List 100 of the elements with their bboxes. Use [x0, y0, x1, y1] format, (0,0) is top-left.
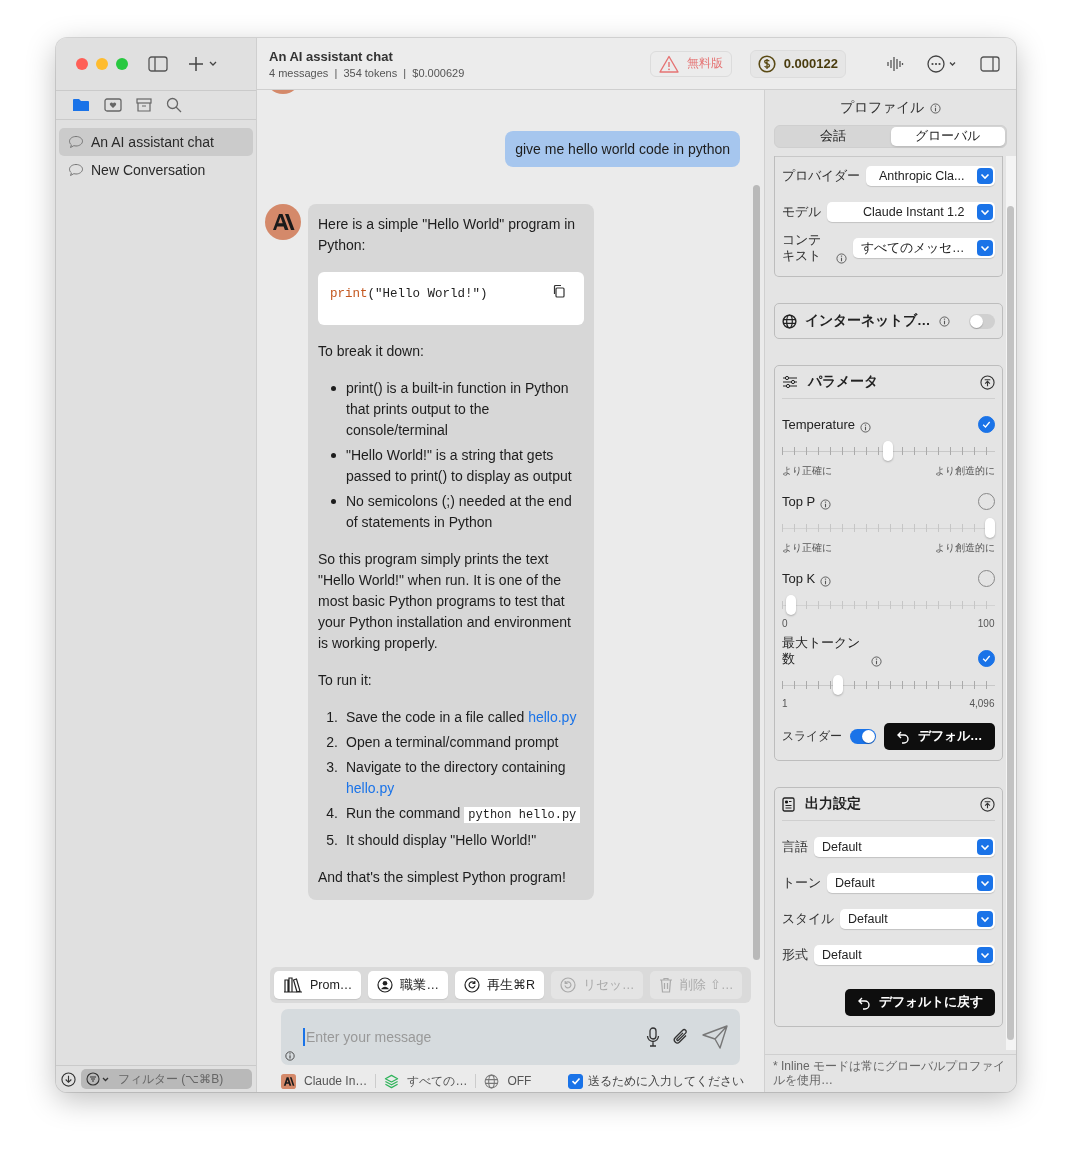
- field-label: プロバイダー: [782, 168, 860, 184]
- slider-thumb[interactable]: [786, 595, 797, 615]
- parameter-checkbox[interactable]: [977, 416, 995, 433]
- reset-defaults-button[interactable]: デフォルトに戻す: [844, 989, 995, 1016]
- info-icon: [820, 576, 832, 587]
- message-text: To break it down:: [318, 342, 425, 361]
- list-item-text: Run the command python hello.py: [346, 803, 581, 826]
- sidebar-tab[interactable]: [72, 98, 90, 112]
- dropdown[interactable]: Default: [814, 945, 995, 965]
- scrollbar-thumb[interactable]: [1007, 206, 1015, 1040]
- copy-icon[interactable]: [552, 284, 566, 298]
- conversation-item[interactable]: New Conversation: [59, 156, 253, 184]
- chat-bubble-icon: [68, 163, 84, 177]
- field-label: モデル: [782, 204, 821, 220]
- dropdown[interactable]: Default: [814, 837, 995, 857]
- info-icon: [930, 102, 941, 114]
- field-label: トーン: [782, 875, 821, 891]
- info-icon: [871, 656, 882, 667]
- list-number: 3.: [326, 758, 338, 777]
- assistant-avatar-icon: [265, 204, 301, 240]
- list-item: print() is a built-in function in Python that prints output to the console/terminal: [331, 378, 584, 441]
- undo-icon: [856, 995, 871, 1010]
- field-label: コンテキスト: [782, 232, 822, 264]
- list-item-text: It should display "Hello World!": [346, 831, 537, 850]
- microphone-icon[interactable]: [646, 1027, 660, 1047]
- dollar-coin-icon: [757, 54, 776, 73]
- send-on-enter-checkbox[interactable]: 送るために入力してください: [568, 1072, 744, 1090]
- chevron-icon: [976, 875, 993, 891]
- slider-toggle[interactable]: [850, 729, 876, 744]
- dropdown[interactable]: Default: [827, 873, 995, 893]
- range-min-label: 0: [782, 618, 788, 629]
- chevron-icon: [976, 168, 993, 184]
- segment-tab[interactable]: グローバル: [890, 127, 1005, 146]
- action-button[interactable]: Prom…: [274, 971, 362, 999]
- dropdown[interactable]: Anthropic Cla...: [866, 166, 995, 186]
- close-button[interactable]: [76, 58, 88, 70]
- dropdown[interactable]: Claude Instant 1.2: [827, 202, 995, 222]
- filter-field[interactable]: フィルター (⌥⌘B): [81, 1069, 252, 1089]
- balance-button[interactable]: 0.000122: [749, 49, 846, 78]
- refresh-icon: [463, 977, 480, 993]
- message-field[interactable]: Enter your message: [281, 1009, 740, 1065]
- slider-toggle-label: スライダー: [782, 728, 842, 745]
- info-icon: [938, 315, 950, 327]
- scrollbar-thumb[interactable]: [753, 185, 760, 960]
- conversation-stats: 4 messages | 354 tokens | $0.000629: [269, 66, 466, 79]
- internet-toggle[interactable]: [968, 313, 995, 329]
- slider-thumb[interactable]: [883, 441, 894, 461]
- list-number: 5.: [326, 831, 338, 850]
- dropdown[interactable]: Default: [840, 909, 995, 929]
- info-icon: [860, 422, 871, 433]
- list-item: No semicolons (;) needed at the end of statements in Python: [331, 491, 584, 533]
- range-min-label: より正確に: [782, 464, 832, 478]
- dropdown[interactable]: すべてのメッセ…: [853, 238, 995, 258]
- parameter-label: Top K: [782, 571, 816, 587]
- reset-button[interactable]: デフォル…: [884, 723, 995, 750]
- trash-icon: [659, 977, 674, 993]
- action-button[interactable]: 職業…: [368, 971, 448, 999]
- parameter-checkbox[interactable]: [977, 650, 995, 667]
- action-button[interactable]: 再生⌘R: [454, 971, 544, 999]
- more-icon[interactable]: [926, 53, 958, 74]
- range-max-label: より創造的に: [934, 464, 995, 478]
- folder-icon: [72, 98, 90, 112]
- range-min-label: より正確に: [782, 541, 832, 555]
- archive-icon: [136, 98, 152, 112]
- sidebar-toggle-icon[interactable]: [148, 56, 168, 72]
- collapse-icon[interactable]: [979, 374, 995, 390]
- model-logo-icon: [281, 1073, 296, 1089]
- sliders-icon: [782, 375, 798, 389]
- list-item-text: Open a terminal/command prompt: [346, 733, 559, 752]
- new-chat-icon[interactable]: [188, 56, 218, 72]
- user-message: give me hello world code in python: [505, 131, 740, 167]
- message-input[interactable]: Enter your message: [303, 1028, 634, 1046]
- message-text: To run it:: [318, 671, 373, 690]
- send-icon[interactable]: [702, 1025, 728, 1049]
- inspector-toggle-icon[interactable]: [980, 55, 1000, 72]
- list-item-text: Save the code in a file called hello.py: [346, 708, 577, 727]
- field-label: スタイル: [782, 911, 834, 927]
- sidebar-tab[interactable]: [136, 98, 152, 112]
- status-item[interactable]: Claude In…: [281, 1073, 368, 1089]
- chevron-icon: [976, 839, 993, 855]
- sidebar-tab[interactable]: [166, 97, 182, 113]
- sidebar-tab[interactable]: [104, 98, 122, 112]
- code-text: print("Hello World!"): [330, 286, 488, 303]
- slider-thumb[interactable]: [984, 518, 995, 538]
- chevron-icon: [976, 911, 993, 927]
- download-icon[interactable]: [61, 1071, 76, 1087]
- slider-thumb[interactable]: [832, 675, 843, 695]
- status-item[interactable]: OFF: [484, 1073, 532, 1089]
- range-max-label: より創造的に: [934, 541, 995, 555]
- filter-input[interactable]: フィルター (⌥⌘B): [116, 1071, 240, 1087]
- info-icon: [820, 499, 832, 510]
- waveform-icon[interactable]: [886, 54, 904, 73]
- paperclip-icon[interactable]: [672, 1027, 690, 1047]
- info-icon[interactable]: [285, 1051, 295, 1061]
- status-item[interactable]: すべての…: [384, 1072, 468, 1090]
- conversation-item[interactable]: An AI assistant chat: [59, 128, 253, 156]
- person-icon: [377, 977, 394, 993]
- globe-icon: [782, 313, 797, 329]
- segment-tab[interactable]: 会話: [776, 127, 891, 146]
- collapse-icon[interactable]: [979, 796, 995, 812]
